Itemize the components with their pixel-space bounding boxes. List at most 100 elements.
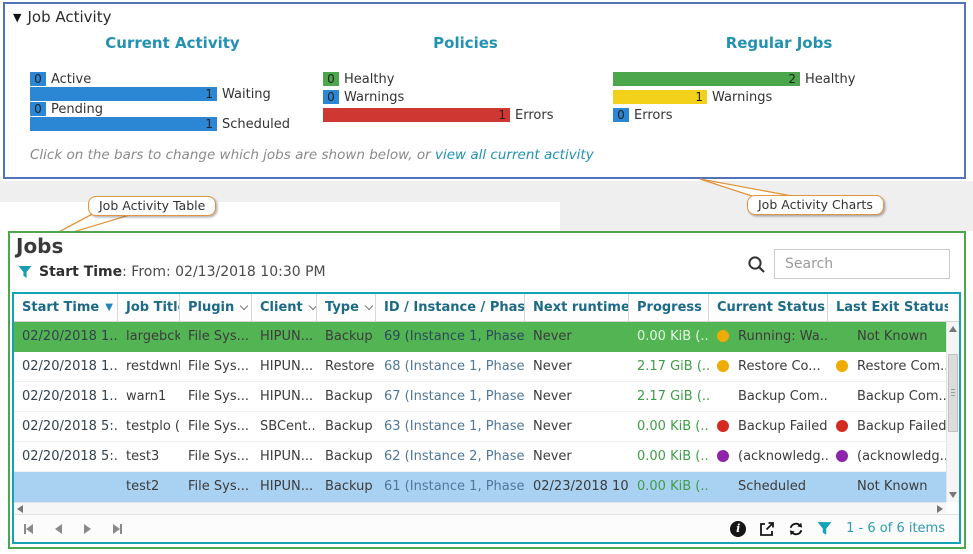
scroll-up-icon[interactable]: [949, 325, 957, 332]
column-header-next-runtime[interactable]: Next runtime: [525, 294, 629, 321]
cell-start-time: 02/20/2018 1...: [22, 328, 118, 344]
info-icon[interactable]: i: [730, 520, 747, 537]
chevron-down-icon[interactable]: [240, 301, 249, 311]
chevron-down-icon[interactable]: [308, 301, 316, 311]
chart-bar-scheduled[interactable]: 1: [30, 117, 217, 131]
column-header-label: Progress: [637, 299, 702, 315]
cell-job-title: largebck...: [126, 328, 180, 344]
chart-bar-label: Errors: [515, 107, 554, 123]
chart-bar-healthy[interactable]: 0: [323, 72, 339, 86]
chevron-down-icon[interactable]: [364, 301, 374, 311]
cell-id-instance-phase: 63 (Instance 1, Phase 1): [384, 418, 525, 434]
grid-footer: i 1 - 6 of 6 items: [14, 514, 959, 542]
callout-job-activity-table: Job Activity Table: [88, 196, 217, 216]
column-header-progress[interactable]: Progress: [629, 294, 709, 321]
jobs-grid-header: Start Time ▼ Job Title Plugin Client Type ID /…: [14, 294, 959, 322]
column-header-type[interactable]: Type: [317, 294, 376, 321]
chart-bar-row: 1 Scheduled: [30, 117, 315, 132]
search-input[interactable]: [774, 249, 950, 279]
cell-client: HIPUN...: [260, 388, 314, 404]
table-row[interactable]: 02/20/2018 5:... test3 File Sys... HIPUN...…: [14, 441, 948, 472]
status-dot-icon: [836, 450, 848, 463]
vertical-scrollbar[interactable]: [946, 321, 959, 502]
item-count: 1 - 6 of 6 items: [846, 521, 945, 537]
column-header-label: ID / Instance / Phase: [384, 299, 525, 315]
status-dot-icon: [717, 330, 729, 343]
cell-last-exit-status: Not Known: [828, 472, 948, 501]
status-text: Restore Com...: [857, 358, 948, 374]
next-page-button[interactable]: [84, 523, 91, 534]
job-activity-panel-header[interactable]: ▼ Job Activity: [13, 8, 111, 26]
refresh-icon[interactable]: [788, 521, 804, 537]
chart-note: Click on the bars to change which jobs a…: [30, 147, 594, 163]
cell-next-runtime: 02/23/2018 10:...: [533, 478, 629, 494]
table-row[interactable]: 02/20/2018 5:... testplo (... File Sys... S…: [14, 411, 948, 442]
column-header-client[interactable]: Client: [252, 294, 317, 321]
cell-id-instance-phase: 61 (Instance 1, Phase 1): [384, 478, 525, 494]
chart-bar-warnings[interactable]: 1: [613, 90, 707, 104]
job-activity-panel: ▼ Job Activity Current Activity 0 Active 1 W…: [3, 2, 966, 179]
cell-start-time: 02/20/2018 1...: [22, 388, 118, 404]
vertical-scrollbar-thumb[interactable]: [948, 353, 958, 432]
table-row[interactable]: 02/20/2018 1... largebck... File Sys... HIP…: [14, 321, 946, 352]
status-dot-placeholder: [836, 330, 848, 342]
cell-last-exit-status: (acknowledg...: [828, 442, 948, 471]
chart-bar-healthy[interactable]: 2: [613, 72, 800, 86]
jobs-title: Jobs: [16, 234, 64, 258]
cell-progress: 2.17 GiB (...: [637, 358, 709, 374]
column-header-id-instance-phase[interactable]: ID / Instance / Phase: [376, 294, 525, 321]
scroll-down-icon[interactable]: [949, 491, 957, 498]
cell-progress: 2.17 GiB (...: [637, 388, 709, 404]
column-header-last-exit-status[interactable]: Last Exit Status: [828, 294, 948, 321]
chart-bar-pending[interactable]: 0: [30, 102, 46, 116]
chart-bar-label: Errors: [634, 107, 673, 123]
first-page-button[interactable]: [24, 523, 33, 534]
page: ▼ Job Activity Current Activity 0 Active 1 W…: [0, 0, 973, 554]
cell-progress: 0.00 KiB (...: [637, 328, 709, 344]
column-header-label: Current Status: [717, 299, 825, 315]
collapse-arrow-icon[interactable]: ▼: [13, 11, 21, 24]
chart-bar-label: Waiting: [222, 86, 271, 102]
last-page-button[interactable]: [113, 523, 122, 534]
table-row[interactable]: 02/20/2018 1... restdwnld File Sys... HIPUN…: [14, 351, 948, 382]
status-dot-icon: [836, 360, 848, 373]
chart-bar-label: Warnings: [712, 89, 773, 105]
cell-type: Restore: [325, 358, 375, 374]
scroll-right-icon[interactable]: [937, 504, 943, 513]
chart-bar-warnings[interactable]: 0: [323, 90, 339, 104]
filter-value: : From: 02/13/2018 10:30 PM: [122, 264, 326, 280]
cell-id-instance-phase: 69 (Instance 1, Phase 1): [384, 328, 525, 344]
chart-bar-waiting[interactable]: 1: [30, 87, 217, 101]
chart-bar-label: Pending: [51, 101, 103, 117]
cell-last-exit-status: Backup Failed: [828, 412, 948, 441]
cell-job-title: testplo (...: [126, 418, 180, 434]
previous-page-button[interactable]: [55, 523, 62, 534]
chart-bar-errors[interactable]: 0: [613, 108, 629, 122]
table-row[interactable]: test2 File Sys... HIPUN... Backup 61 (Instan…: [14, 471, 948, 502]
export-icon[interactable]: [759, 521, 775, 537]
horizontal-scrollbar[interactable]: [14, 501, 946, 515]
chart-bar-active[interactable]: 0: [30, 72, 46, 86]
scroll-left-icon[interactable]: [17, 504, 23, 513]
filter-funnel-icon: [18, 266, 32, 278]
status-text: Not Known: [857, 328, 928, 344]
cell-progress: 0.00 KiB (...: [637, 478, 709, 494]
filter-funnel-icon[interactable]: [817, 521, 832, 536]
jobs-grid-rows: 02/20/2018 1... largebck... File Sys... HIP…: [14, 321, 948, 502]
table-row[interactable]: 02/20/2018 1... warn1 File Sys... HIPUN... B…: [14, 381, 948, 412]
view-all-current-activity-link[interactable]: view all current activity: [435, 147, 594, 163]
status-text: Restore Co...: [738, 358, 821, 374]
cell-current-status: Backup Failed: [709, 412, 828, 441]
column-header-label: Start Time: [22, 299, 100, 315]
chart-bar-row: 1 Waiting: [30, 86, 315, 102]
column-header-current-status[interactable]: Current Status: [709, 294, 828, 321]
status-text: Backup Failed: [738, 418, 828, 434]
chart-group-title: Current Activity: [105, 34, 240, 52]
chart-bar-errors[interactable]: 1: [323, 108, 510, 122]
column-header-job-title[interactable]: Job Title: [118, 294, 180, 321]
cell-job-title: restdwnld: [126, 358, 180, 374]
column-header-plugin[interactable]: Plugin: [180, 294, 252, 321]
status-dot-icon: [717, 450, 729, 463]
status-dot-placeholder: [717, 390, 729, 402]
column-header-start-time[interactable]: Start Time ▼: [14, 294, 118, 321]
